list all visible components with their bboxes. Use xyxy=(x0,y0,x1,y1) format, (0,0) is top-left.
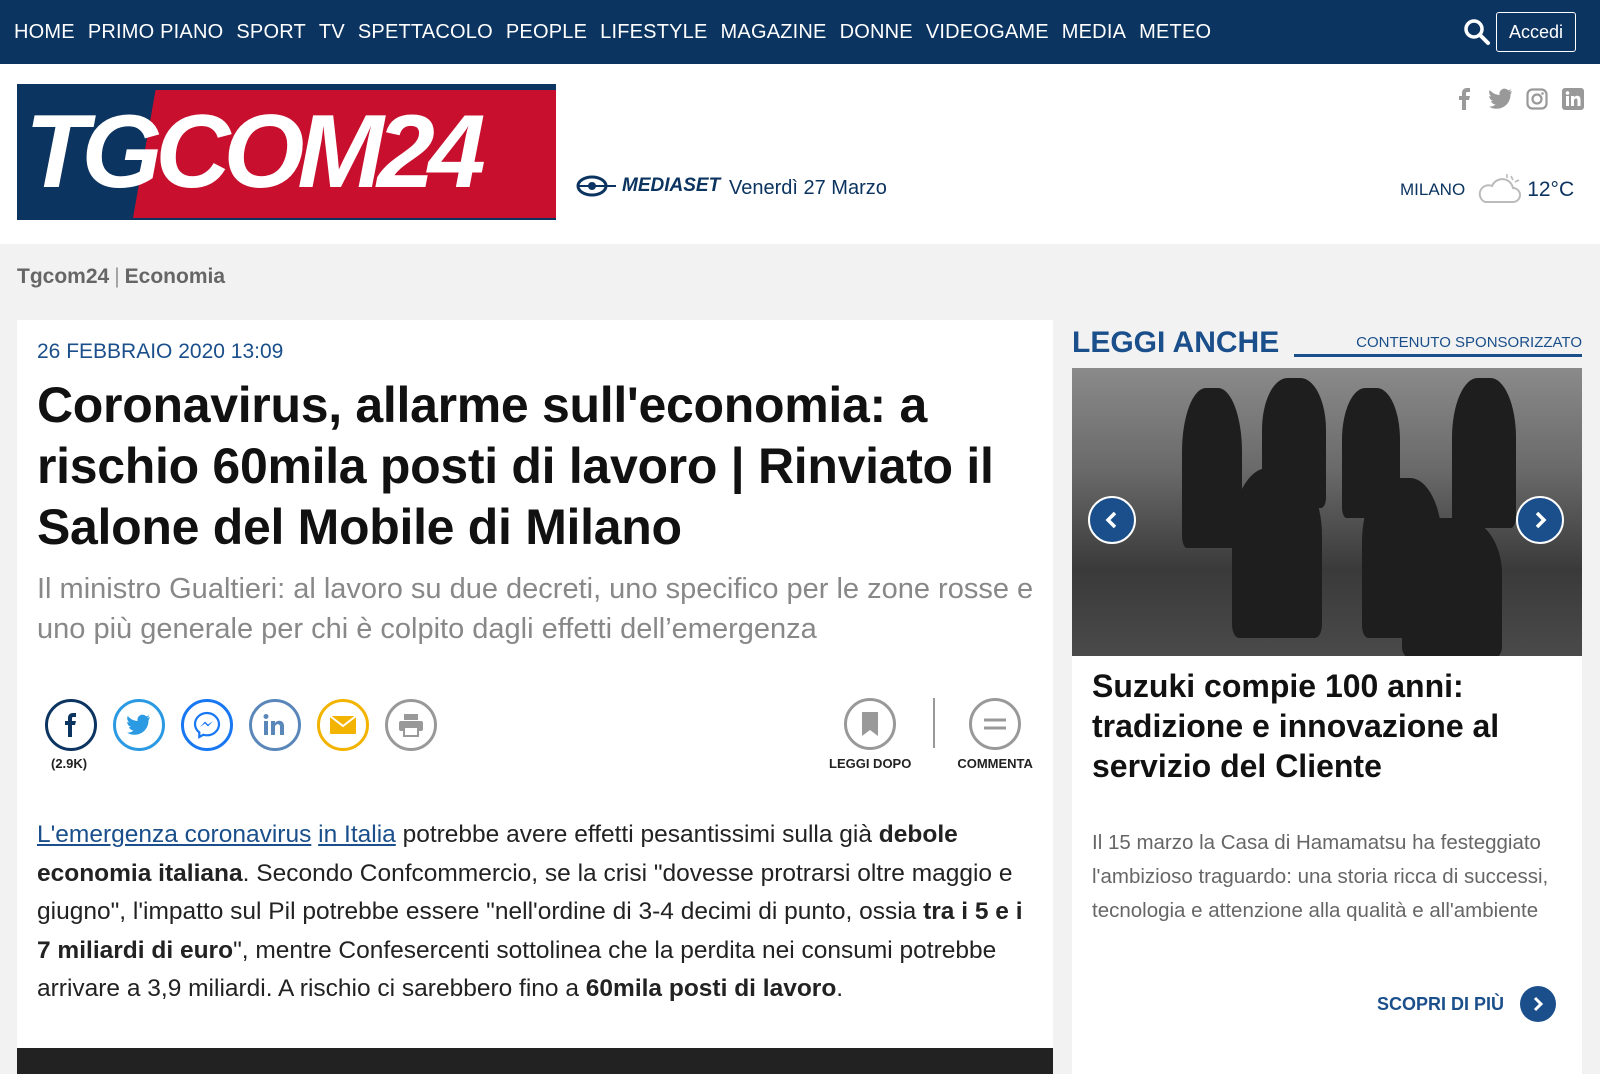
link-emergenza-coronavirus[interactable]: L'emergenza coronavirus xyxy=(37,821,311,848)
sponsored-card[interactable]: Suzuki compie 100 anni: tradizione e inn… xyxy=(1072,368,1582,1074)
leggi-anche-header: LEGGI ANCHE CONTENUTO SPONSORIZZATO xyxy=(1072,320,1582,360)
nav-item-tv[interactable]: TV xyxy=(319,21,345,44)
search-icon[interactable] xyxy=(1462,17,1492,47)
article-subtitle: Il ministro Gualtieri: al lavoro su due … xyxy=(37,573,1034,645)
login-button[interactable]: Accedi xyxy=(1496,12,1576,52)
email-share-button[interactable] xyxy=(317,699,369,751)
mediaset-label: MEDIASET xyxy=(622,175,721,196)
comment-icon xyxy=(984,718,1007,730)
chevron-right-icon xyxy=(1535,511,1547,529)
nav-item-meteo[interactable]: METEO xyxy=(1139,21,1211,44)
article-actions: LEGGI DOPO COMMENTA xyxy=(829,698,1033,771)
comment-circle xyxy=(969,698,1022,750)
instagram-icon[interactable] xyxy=(1524,86,1550,112)
nav-item-donne[interactable]: DONNE xyxy=(840,21,913,44)
top-navigation: HOME PRIMO PIANO SPORT TV SPETTACOLO PEO… xyxy=(0,0,1600,64)
header-date: Venerdì 27 Marzo xyxy=(729,177,887,199)
chevron-left-icon xyxy=(1105,511,1117,529)
photo-figure xyxy=(1402,518,1502,656)
linkedin-icon[interactable] xyxy=(1560,86,1586,112)
sidebar: LEGGI ANCHE CONTENUTO SPONSORIZZATO Suzu… xyxy=(1072,320,1582,1074)
facebook-icon xyxy=(65,713,76,737)
facebook-icon[interactable] xyxy=(1452,86,1478,112)
tgcom24-logo[interactable]: TGCOM24 xyxy=(17,84,556,220)
body-text-4: . xyxy=(836,975,844,1002)
article-date: 26 FEBBRAIO 2020 13:09 xyxy=(37,340,284,363)
breadcrumb: Tgcom24 | Economia xyxy=(17,265,225,289)
messenger-share-button[interactable] xyxy=(181,699,233,751)
messenger-icon xyxy=(193,711,221,739)
mediaset-icon xyxy=(576,175,616,197)
read-later-label: LEGGI DOPO xyxy=(829,756,912,771)
sponsored-label: CONTENUTO SPONSORIZZATO xyxy=(1356,334,1582,351)
bookmark-icon xyxy=(862,712,879,736)
discover-more-label: SCOPRI DI PIÙ xyxy=(1377,993,1505,1014)
linkedin-share-button[interactable] xyxy=(249,699,301,751)
carousel-prev-button[interactable] xyxy=(1088,496,1136,544)
body-text-1: potrebbe avere effetti pesantissimi sull… xyxy=(395,821,879,848)
social-links xyxy=(1452,86,1586,112)
nav-item-sport[interactable]: SPORT xyxy=(236,21,306,44)
read-later-circle xyxy=(844,698,897,750)
discover-more-button[interactable]: SCOPRI DI PIÙ xyxy=(1377,986,1557,1022)
breadcrumb-home[interactable]: Tgcom24 xyxy=(17,265,109,288)
twitter-icon xyxy=(127,714,150,735)
promo-body: Suzuki compie 100 anni: tradizione e inn… xyxy=(1072,656,1582,1074)
promo-image[interactable] xyxy=(1072,368,1582,656)
weather-city: MILANO xyxy=(1400,180,1466,199)
share-bar xyxy=(45,699,437,751)
linkedin-icon xyxy=(263,714,284,735)
nav-item-media[interactable]: MEDIA xyxy=(1062,21,1126,44)
weather-temp: 12°C xyxy=(1527,178,1575,201)
nav-item-primo-piano[interactable]: PRIMO PIANO xyxy=(88,21,224,44)
print-button[interactable] xyxy=(385,699,437,751)
leggi-anche-title: LEGGI ANCHE xyxy=(1072,326,1280,359)
leggi-anche-rule xyxy=(1294,354,1582,357)
nav-item-lifestyle[interactable]: LIFESTYLE xyxy=(600,21,707,44)
comment-label: COMMENTA xyxy=(957,756,1033,771)
logo-text: TGCOM24 xyxy=(25,94,486,210)
article-image[interactable] xyxy=(17,1048,1053,1074)
share-count: (2.9K) xyxy=(51,756,88,771)
article-body: L'emergenza coronavirus in Italia potreb… xyxy=(37,816,1037,1009)
printer-icon xyxy=(399,714,423,737)
carousel-next-button[interactable] xyxy=(1516,496,1564,544)
nav-item-spettacolo[interactable]: SPETTACOLO xyxy=(358,21,493,44)
photo-figure xyxy=(1452,378,1516,528)
mediaset-logo[interactable]: MEDIASET xyxy=(576,174,720,198)
comment-button[interactable]: COMMENTA xyxy=(957,698,1033,771)
body-bold-3: 60mila posti di lavoro xyxy=(585,975,837,1002)
nav-menu: HOME PRIMO PIANO SPORT TV SPETTACOLO PEO… xyxy=(14,21,1224,44)
nav-item-magazine[interactable]: MAGAZINE xyxy=(721,21,827,44)
breadcrumb-separator: | xyxy=(114,265,120,288)
promo-description: Il 15 marzo la Casa di Hamamatsu ha fest… xyxy=(1092,831,1549,922)
facebook-share-button[interactable] xyxy=(45,699,97,751)
breadcrumb-section[interactable]: Economia xyxy=(125,265,225,288)
nav-item-people[interactable]: PEOPLE xyxy=(506,21,587,44)
cloud-icon xyxy=(1479,174,1522,203)
article-title: Coronavirus, allarme sull'economia: a ri… xyxy=(37,377,994,555)
weather-widget[interactable]: MILANO 12°C xyxy=(1400,172,1574,208)
email-icon xyxy=(329,715,357,734)
photo-figure xyxy=(1232,468,1322,638)
nav-item-home[interactable]: HOME xyxy=(14,21,75,44)
chevron-right-icon xyxy=(1520,986,1557,1022)
article: 26 FEBBRAIO 2020 13:09 Coronavirus, alla… xyxy=(17,320,1053,1074)
nav-item-videogame[interactable]: VIDEOGAME xyxy=(926,21,1049,44)
site-header: TGCOM24 MEDIASET Venerdì 27 Marzo MILANO… xyxy=(0,64,1600,244)
promo-title[interactable]: Suzuki compie 100 anni: tradizione e inn… xyxy=(1092,666,1562,786)
actions-divider xyxy=(933,698,936,748)
twitter-icon[interactable] xyxy=(1488,86,1514,112)
link-in-italia[interactable]: in Italia xyxy=(318,821,396,848)
twitter-share-button[interactable] xyxy=(113,699,165,751)
read-later-button[interactable]: LEGGI DOPO xyxy=(829,698,911,771)
